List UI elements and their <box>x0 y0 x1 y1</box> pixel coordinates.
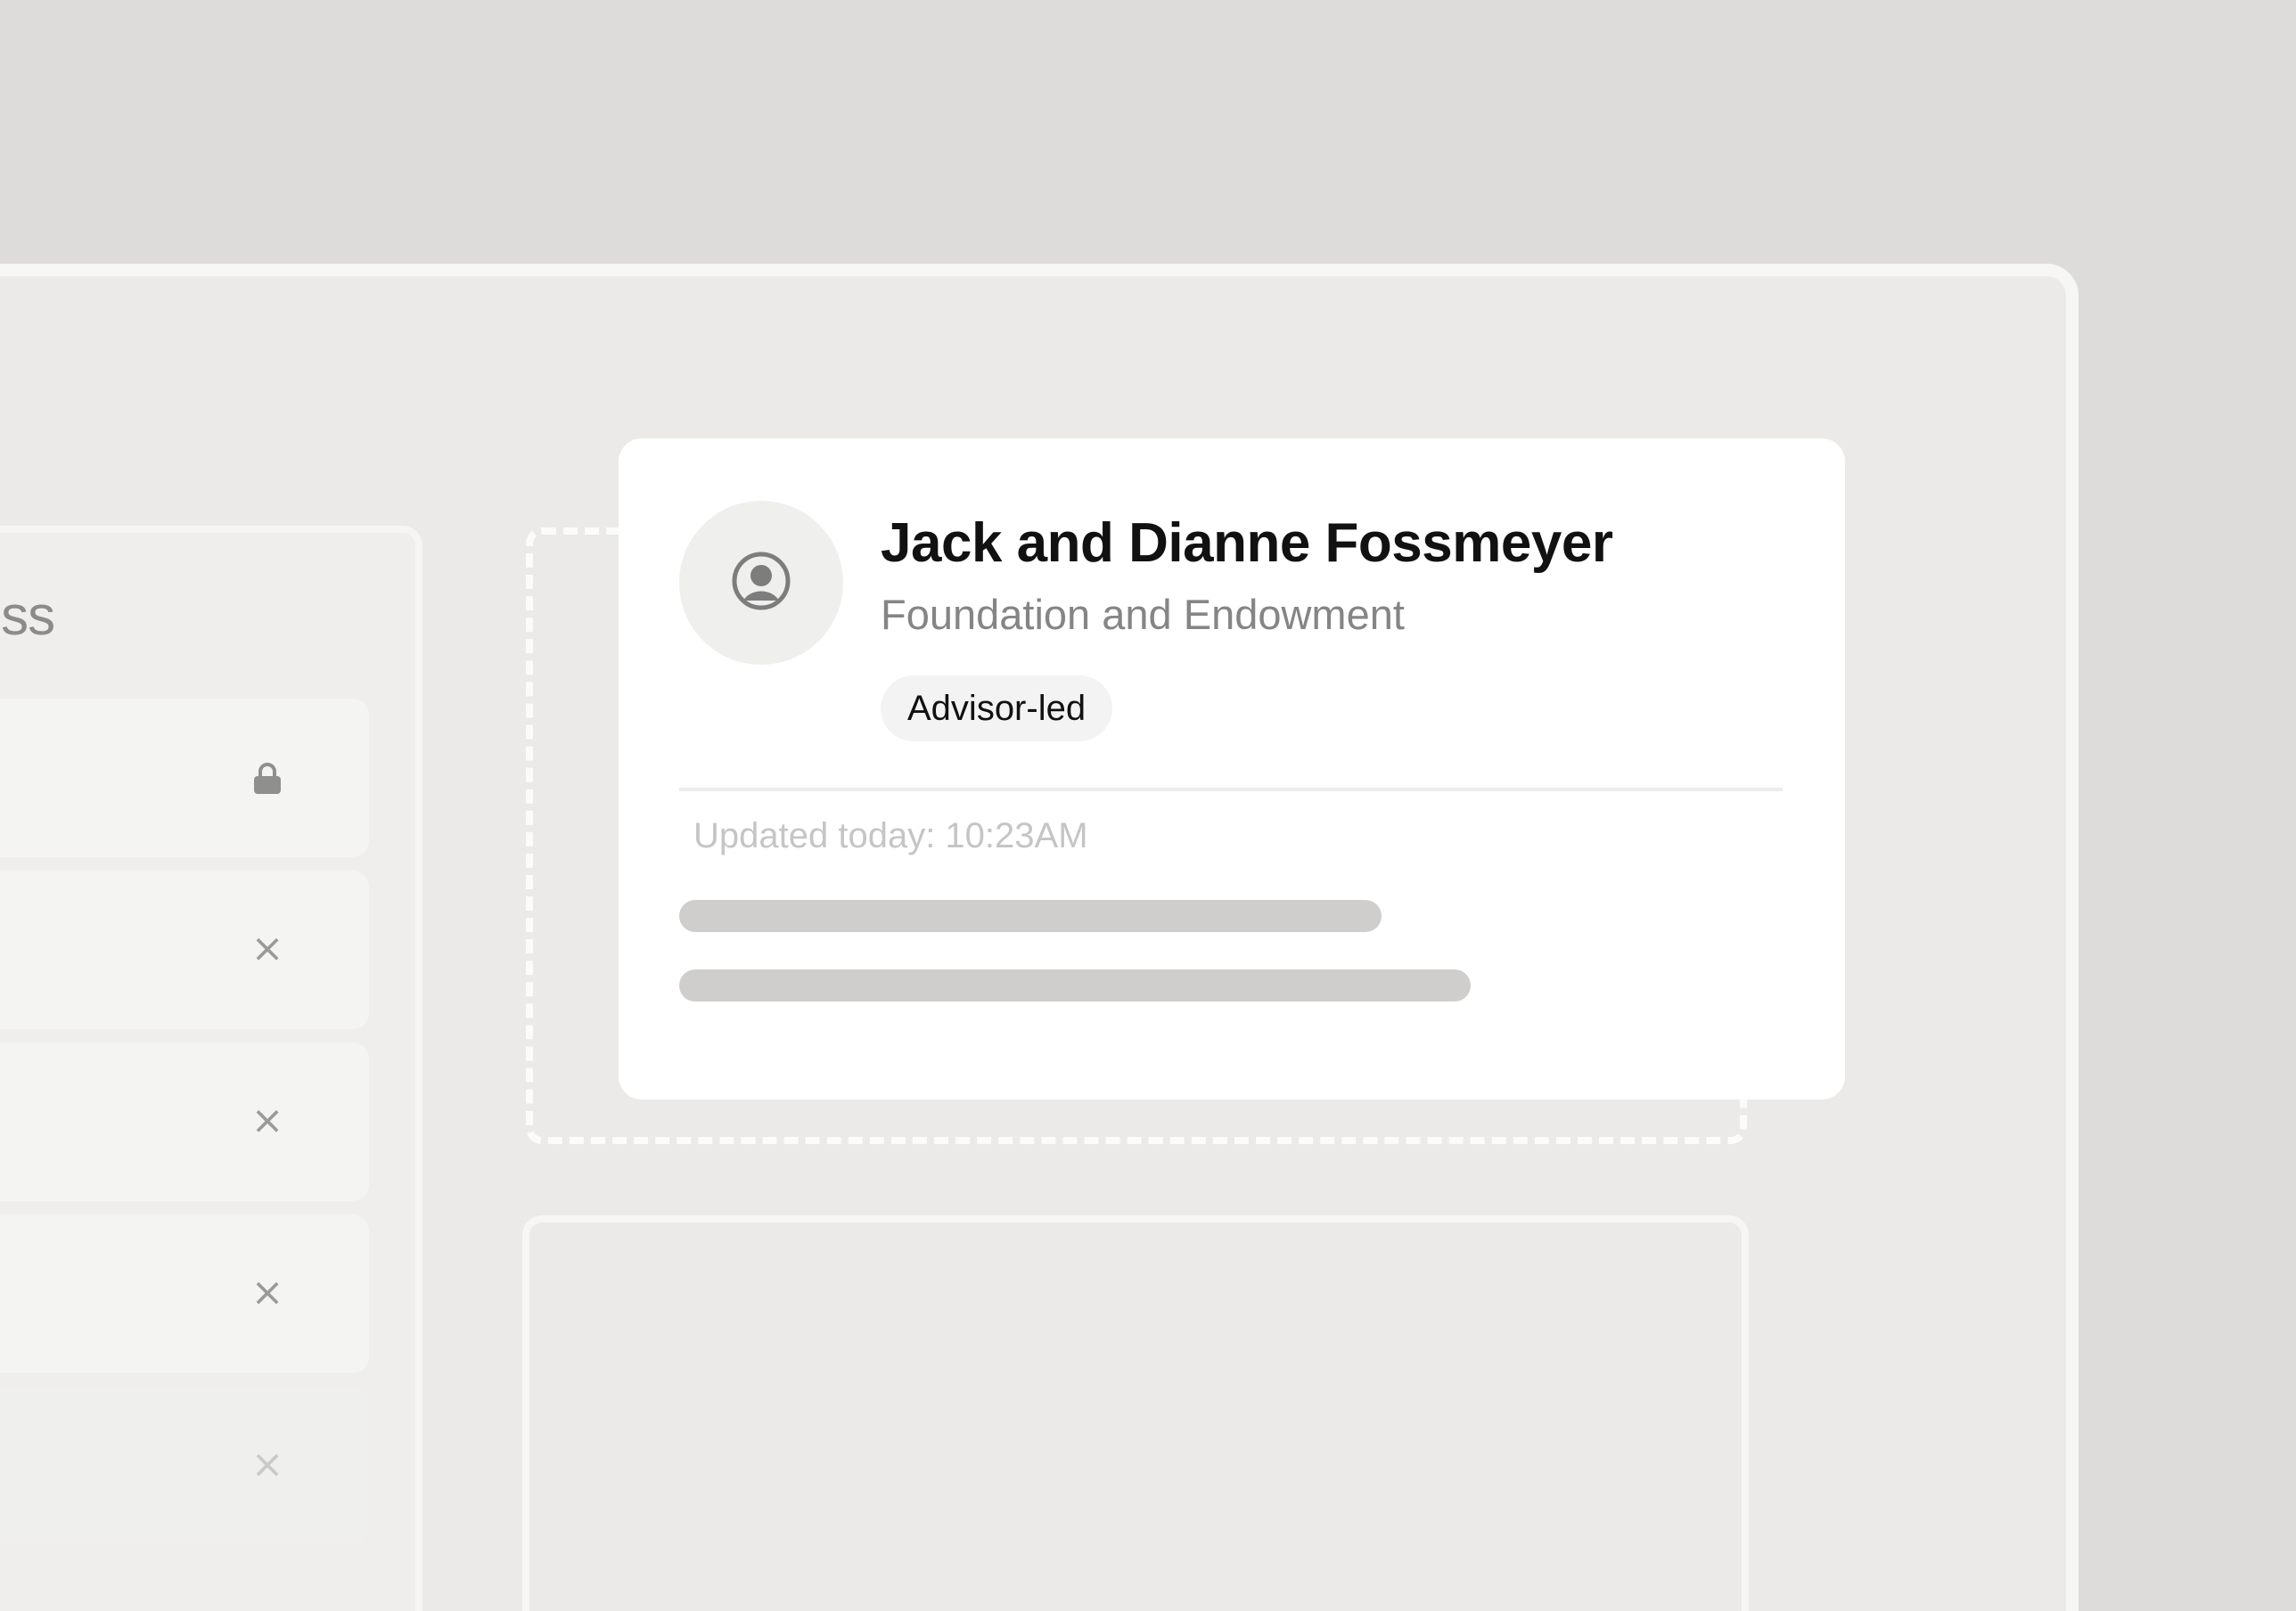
list-item[interactable]: × <box>0 1214 369 1373</box>
list-item[interactable]: × <box>0 871 369 1029</box>
left-panel-heading: ress <box>0 585 55 647</box>
screen: ress × × × × <box>0 0 2296 1611</box>
contact-organization: Foundation and Endowment <box>881 591 1405 638</box>
divider <box>679 788 1783 791</box>
skeleton-line <box>679 969 1471 1002</box>
updated-timestamp: Updated today: 10:23AM <box>693 816 1088 855</box>
empty-card-slot <box>522 1215 1749 1611</box>
close-icon[interactable]: × <box>250 929 285 969</box>
list-item[interactable]: × <box>0 1386 369 1545</box>
list-item[interactable]: × <box>0 1043 369 1201</box>
skeleton-line <box>679 900 1382 932</box>
contact-name: Jack and Dianne Fossmeyer <box>881 512 1613 574</box>
contact-card[interactable]: Jack and Dianne Fossmeyer Foundation and… <box>619 438 1845 1100</box>
list-item[interactable] <box>0 699 369 857</box>
close-icon[interactable]: × <box>250 1445 285 1484</box>
status-badge: Advisor-led <box>881 675 1113 741</box>
user-icon <box>731 551 791 616</box>
avatar <box>679 501 843 665</box>
close-icon[interactable]: × <box>250 1101 285 1141</box>
close-icon[interactable]: × <box>250 1273 285 1313</box>
lock-icon <box>250 761 285 797</box>
